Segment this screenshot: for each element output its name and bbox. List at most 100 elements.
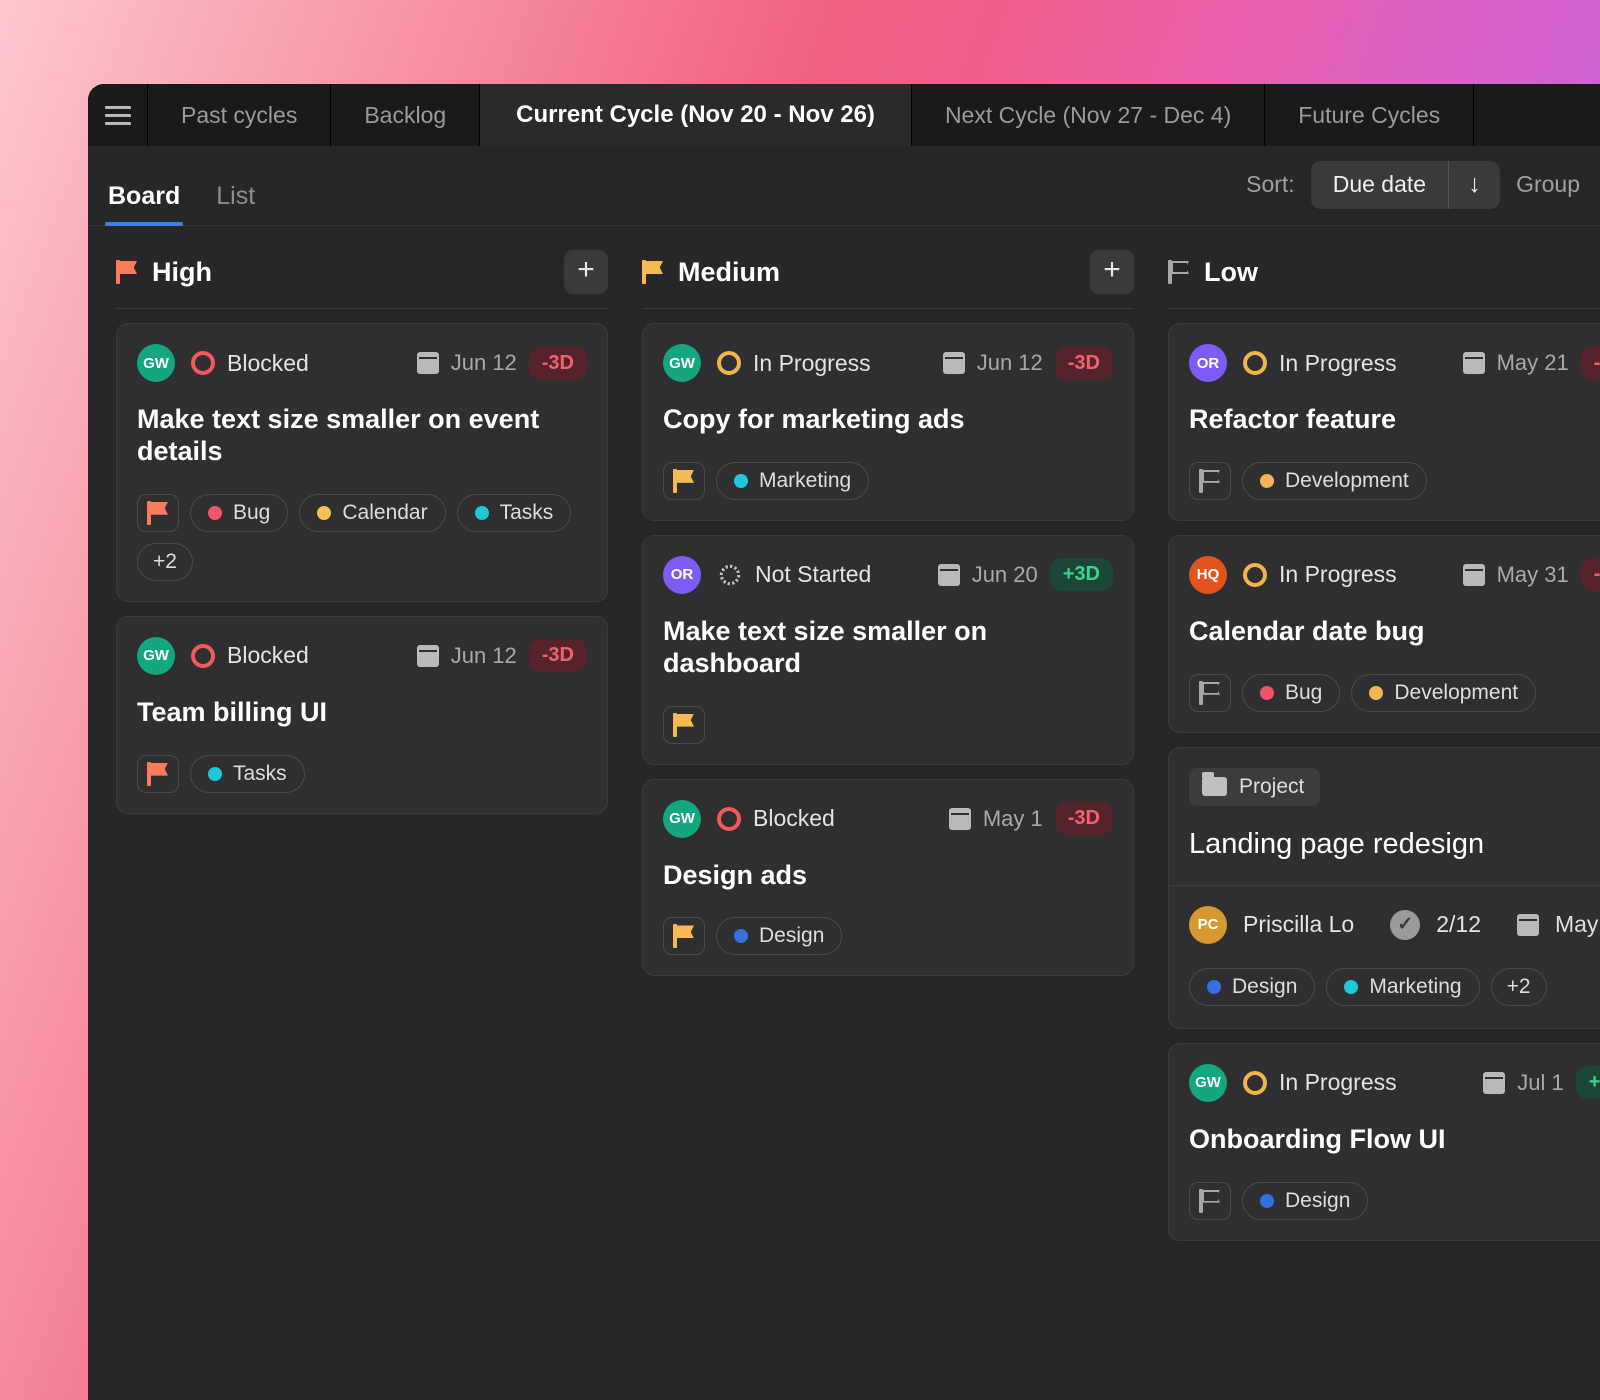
cycle-tab-4[interactable]: Future Cycles xyxy=(1265,84,1474,146)
tag-design[interactable]: Design xyxy=(1242,1182,1368,1220)
task-tags: Design xyxy=(663,917,1113,955)
tag-bug[interactable]: Bug xyxy=(1242,674,1340,712)
add-card-button-medium[interactable]: + xyxy=(1090,250,1134,294)
status-progress-icon xyxy=(1243,351,1267,375)
flag-cloth xyxy=(150,502,168,515)
flag-cloth xyxy=(119,261,137,274)
priority-flag-chip[interactable] xyxy=(137,494,179,532)
tag-bug[interactable]: Bug xyxy=(190,494,288,532)
flag-cloth xyxy=(1202,470,1220,483)
flag-medium-icon xyxy=(642,260,664,284)
task-card-header: GWBlockedJun 12-3D xyxy=(137,637,587,675)
task-card[interactable]: ORIn ProgressMay 21-3DRefactor featureDe… xyxy=(1168,323,1600,521)
status-indicator: In Progress xyxy=(1243,350,1397,377)
tag-marketing[interactable]: Marketing xyxy=(716,462,869,500)
board-column-low: Low+ORIn ProgressMay 21-3DRefactor featu… xyxy=(1160,244,1600,1400)
task-card-header: OR Not Started Jun 20+3D xyxy=(663,556,1113,594)
due-delta-badge: -3D xyxy=(529,639,587,672)
status-progress-icon xyxy=(1243,563,1267,587)
task-title: Refactor feature xyxy=(1189,404,1600,436)
project-assignee: Priscilla Lo xyxy=(1243,911,1354,938)
task-title: Calendar date bug xyxy=(1189,616,1600,648)
due-delta-badge: -3D xyxy=(529,347,587,380)
priority-flag-chip[interactable] xyxy=(1189,674,1231,712)
task-card[interactable]: GWBlockedMay 1-3DDesign adsDesign xyxy=(642,779,1134,977)
tag-overflow[interactable]: +2 xyxy=(1491,968,1547,1006)
column-divider xyxy=(642,308,1134,309)
tag-dot xyxy=(475,506,489,520)
column-header-medium: Medium+ xyxy=(634,244,1138,300)
calendar-icon xyxy=(417,645,439,667)
task-card[interactable]: GWBlockedJun 12-3DTeam billing UITasks xyxy=(116,616,608,814)
view-tab-board[interactable]: Board xyxy=(108,182,180,225)
tag-development[interactable]: Development xyxy=(1351,674,1536,712)
tag-tasks[interactable]: Tasks xyxy=(190,755,305,793)
flag-medium-icon xyxy=(673,713,695,737)
priority-flag-chip[interactable] xyxy=(1189,1182,1231,1220)
tag-label: Marketing xyxy=(759,469,851,493)
avatar: GW xyxy=(137,344,175,382)
hamburger-bars xyxy=(105,101,131,130)
flag-high-icon xyxy=(116,260,138,284)
task-card-header: GWIn ProgressJun 12-3D xyxy=(663,344,1113,382)
task-tags: Bug Calendar Tasks +2 xyxy=(137,494,587,581)
due-delta-badge: -3D xyxy=(1581,558,1600,591)
priority-flag-chip[interactable] xyxy=(663,706,705,744)
project-card[interactable]: ProjectLanding page redesignPCPriscilla … xyxy=(1168,747,1600,1029)
flag-low-icon xyxy=(1199,469,1221,493)
cycle-tab-1[interactable]: Backlog xyxy=(331,84,480,146)
priority-flag-chip[interactable] xyxy=(137,755,179,793)
sort-dropdown[interactable]: Due date ↓ xyxy=(1311,161,1500,209)
tag-dot xyxy=(1260,474,1274,488)
column-divider xyxy=(1168,308,1600,309)
tag-dot xyxy=(1260,686,1274,700)
task-tags: Marketing xyxy=(663,462,1113,500)
status-label: Not Started xyxy=(755,561,871,588)
priority-flag-chip[interactable] xyxy=(663,462,705,500)
task-card[interactable]: HQIn ProgressMay 31-3DCalendar date bugB… xyxy=(1168,535,1600,733)
tag-design[interactable]: Design xyxy=(716,917,842,955)
tag-design[interactable]: Design xyxy=(1189,968,1315,1006)
task-card[interactable]: GWIn ProgressJul 1+3DOnboarding Flow UID… xyxy=(1168,1043,1600,1241)
due-delta-badge: -3D xyxy=(1055,347,1113,380)
cycle-tab-2[interactable]: Current Cycle (Nov 20 - Nov 26) xyxy=(480,84,912,146)
hamburger-menu-icon[interactable] xyxy=(88,84,148,146)
avatar: OR xyxy=(663,556,701,594)
flag-cloth xyxy=(676,470,694,483)
task-card[interactable]: GWBlockedJun 12-3DMake text size smaller… xyxy=(116,323,608,602)
tag-development[interactable]: Development xyxy=(1242,462,1427,500)
check-circle-icon: ✓ xyxy=(1390,910,1420,940)
task-meta: Jun 20+3D xyxy=(938,558,1113,591)
status-indicator: In Progress xyxy=(1243,1069,1397,1096)
priority-flag-chip[interactable] xyxy=(1189,462,1231,500)
sort-label: Sort: xyxy=(1246,171,1295,198)
view-tab-list[interactable]: List xyxy=(216,182,255,225)
column-cards-medium: GWIn ProgressJun 12-3DCopy for marketing… xyxy=(634,323,1138,976)
due-date: May 1 xyxy=(983,806,1043,832)
tag-tasks[interactable]: Tasks xyxy=(457,494,572,532)
tag-label: Design xyxy=(759,924,824,948)
tag-overflow[interactable]: +2 xyxy=(137,543,193,581)
task-title: Onboarding Flow UI xyxy=(1189,1124,1600,1156)
task-card[interactable]: GWIn ProgressJun 12-3DCopy for marketing… xyxy=(642,323,1134,521)
priority-flag-chip[interactable] xyxy=(663,917,705,955)
flag-low-icon xyxy=(1168,260,1190,284)
status-indicator: Not Started xyxy=(717,561,871,588)
tag-marketing[interactable]: Marketing xyxy=(1326,968,1479,1006)
add-card-button-high[interactable]: + xyxy=(564,250,608,294)
column-divider xyxy=(116,308,608,309)
flag-high-icon xyxy=(147,501,169,525)
column-title: High xyxy=(152,257,212,288)
tag-calendar[interactable]: Calendar xyxy=(299,494,445,532)
view-toolbar: BoardList Sort: Due date ↓ Group xyxy=(88,146,1600,226)
tab-bar-filler xyxy=(1474,84,1600,146)
status-label: In Progress xyxy=(1279,561,1397,588)
task-card[interactable]: ORNot StartedJun 20+3DMake text size sma… xyxy=(642,535,1134,765)
arrow-down-icon[interactable]: ↓ xyxy=(1448,161,1500,209)
tag-label: Bug xyxy=(233,501,270,525)
tag-dot xyxy=(734,474,748,488)
cycle-tab-3[interactable]: Next Cycle (Nov 27 - Dec 4) xyxy=(912,84,1265,146)
status-label: In Progress xyxy=(753,350,871,377)
cycle-tab-0[interactable]: Past cycles xyxy=(148,84,331,146)
calendar-icon xyxy=(1483,1072,1505,1094)
